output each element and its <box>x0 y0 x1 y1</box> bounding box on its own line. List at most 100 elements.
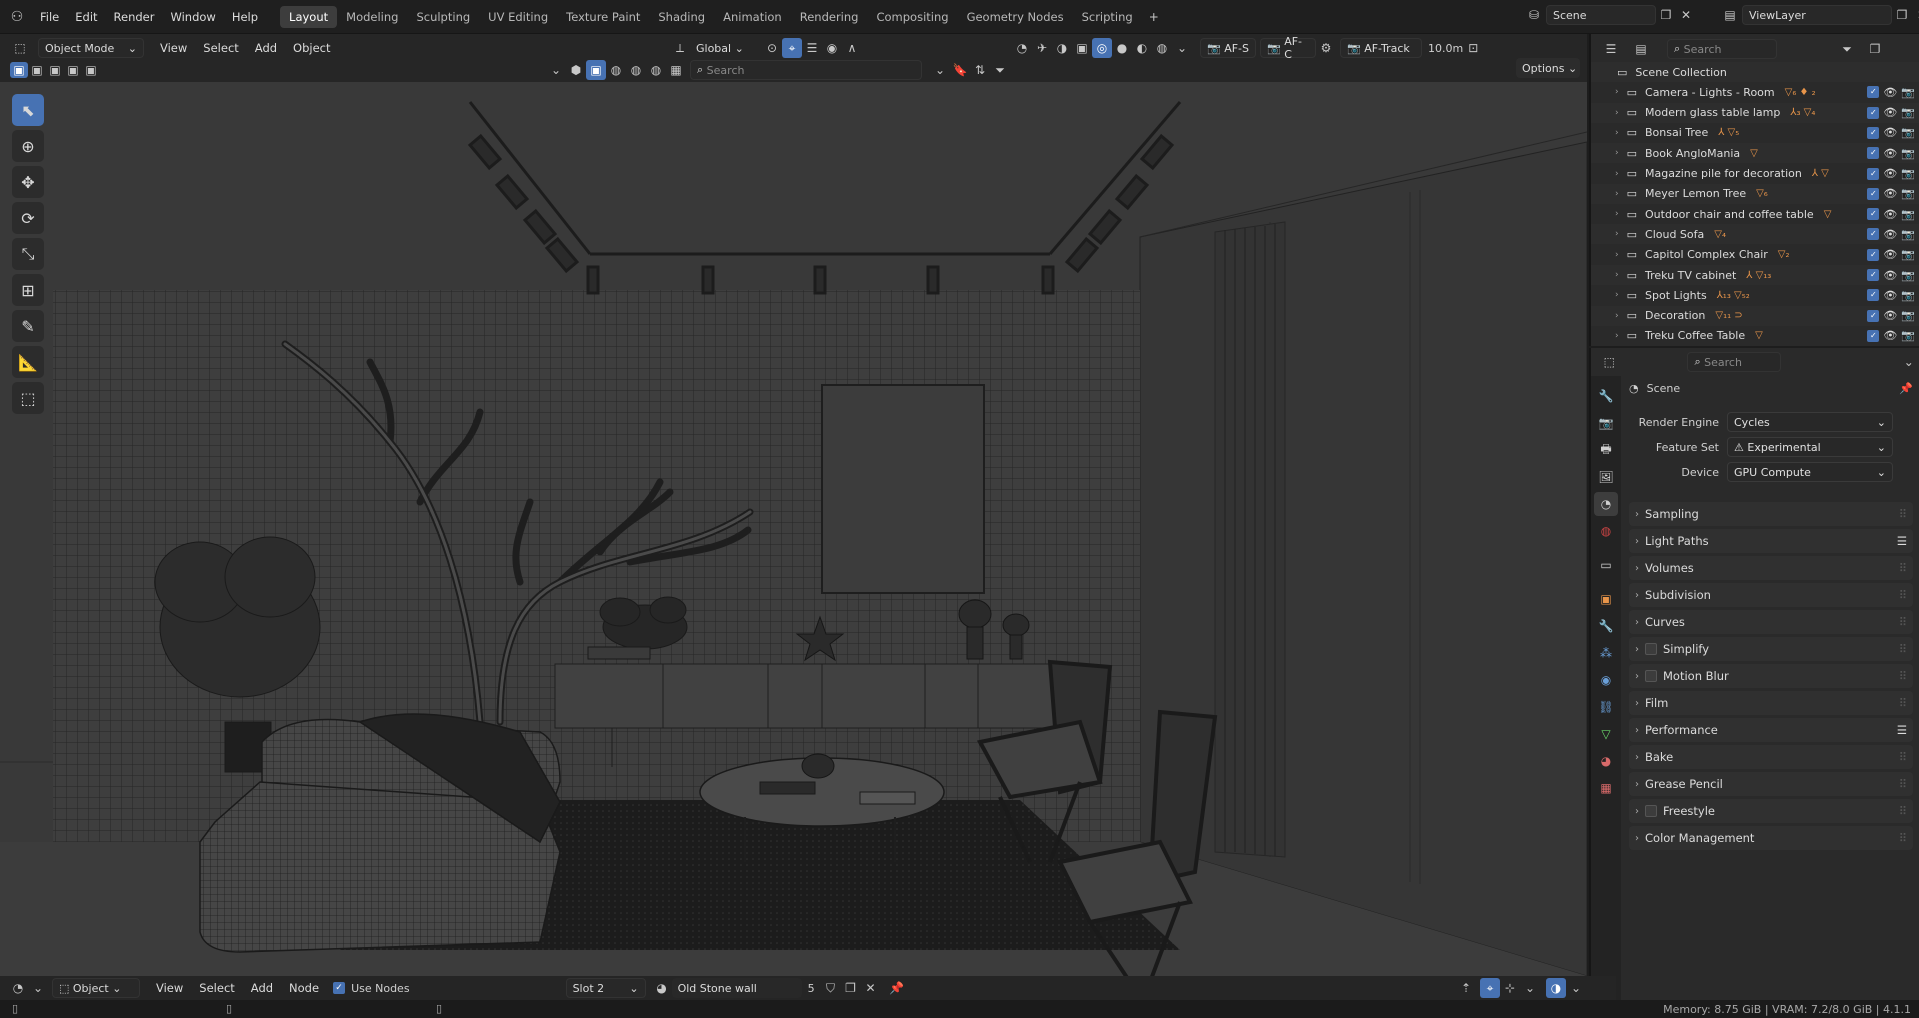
outliner-item[interactable]: › ▭ Bonsai Tree ⅄ ▽₅ ✓ 👁 📷 <box>1591 123 1919 143</box>
rendered-shading-icon[interactable]: ◍ <box>1152 38 1172 58</box>
drag-handle-icon[interactable]: ⠿ <box>1899 831 1907 845</box>
new-collection-icon[interactable]: ❐ <box>1865 39 1885 59</box>
render-tab-icon[interactable]: 📷 <box>1594 411 1618 435</box>
material-browse-icon[interactable]: ◕ <box>652 978 672 998</box>
feature-set-dropdown[interactable]: ⚠ Experimental ⌄ <box>1727 437 1893 457</box>
xray-icon[interactable]: ▣ <box>1072 38 1092 58</box>
pivot-icon[interactable]: ⊙ <box>762 38 782 58</box>
properties-editor-icon[interactable]: ⬚ <box>1601 352 1617 372</box>
viewport-menu-object[interactable]: Object <box>285 37 338 59</box>
annotate-tool-icon[interactable]: ✎ <box>12 310 44 342</box>
add-workspace-icon[interactable]: + <box>1144 7 1164 27</box>
tab-geometry-nodes[interactable]: Geometry Nodes <box>958 6 1073 28</box>
material-users[interactable]: 5 <box>808 982 815 995</box>
snap-mode-icon[interactable]: ⊹ <box>1500 978 1520 998</box>
outliner-item[interactable]: › ▭ Treku TV cabinet ⅄ ▽₁₃ ✓ 👁 📷 <box>1591 265 1919 285</box>
mode-dropdown[interactable]: Object Mode ⌄ <box>38 38 144 58</box>
snap-mode-chevron-icon[interactable]: ⌄ <box>1520 978 1540 998</box>
eye-icon[interactable]: 👁 <box>1883 329 1897 342</box>
exclude-checkbox[interactable]: ✓ <box>1867 106 1880 119</box>
view-layer-tab-icon[interactable]: 🖼 <box>1594 465 1618 489</box>
menu-edit[interactable]: Edit <box>67 6 105 28</box>
eye-icon[interactable]: 👁 <box>1883 289 1897 302</box>
camera-render-icon[interactable]: 📷 <box>1901 329 1915 342</box>
node-snap-icon[interactable]: ⌖ <box>1480 978 1500 998</box>
panel-grease-pencil[interactable]: › Grease Pencil ⠿ <box>1629 772 1913 796</box>
viewport-menu-select[interactable]: Select <box>195 37 246 59</box>
data-tab-icon[interactable]: ▽ <box>1594 722 1618 746</box>
camera-render-icon[interactable]: 📷 <box>1901 187 1915 200</box>
panel-freestyle[interactable]: › Freestyle ⠿ <box>1629 799 1913 823</box>
eye-icon[interactable]: 👁 <box>1883 208 1897 221</box>
collection-tab-icon[interactable]: ▭ <box>1594 553 1618 577</box>
drag-handle-icon[interactable]: ⠿ <box>1899 561 1907 575</box>
use-nodes-checkbox[interactable]: ✓ <box>333 982 346 994</box>
panel-enable-checkbox[interactable] <box>1645 805 1657 817</box>
texture-tab-icon[interactable]: ▦ <box>1594 776 1618 800</box>
visibility-icon[interactable]: ◔ <box>1012 38 1032 58</box>
af-c-button[interactable]: 📷 AF-C <box>1260 35 1316 61</box>
drag-handle-icon[interactable]: ⠿ <box>1899 750 1907 764</box>
outliner-item[interactable]: › ▭ Capitol Complex Chair ▽₂ ✓ 👁 📷 <box>1591 245 1919 265</box>
wireframe-shading-icon[interactable]: ◎ <box>1092 38 1112 58</box>
slot-dropdown[interactable]: Slot 2 ⌄ <box>565 978 646 998</box>
delete-viewlayer-icon[interactable]: ✕ <box>1912 5 1919 25</box>
exclude-checkbox[interactable]: ✓ <box>1867 86 1880 99</box>
tab-shading[interactable]: Shading <box>649 6 714 28</box>
camera-render-icon[interactable]: 📷 <box>1901 86 1915 99</box>
outliner-item[interactable]: › ▭ Magazine pile for decoration ⅄ ▽ ✓ 👁 📷 <box>1591 164 1919 184</box>
drag-handle-icon[interactable]: ⠿ <box>1899 696 1907 710</box>
camera-render-icon[interactable]: 📷 <box>1901 147 1915 160</box>
exclude-checkbox[interactable]: ✓ <box>1867 147 1880 160</box>
panel-enable-checkbox[interactable] <box>1645 670 1657 682</box>
camera-render-icon[interactable]: 📷 <box>1901 167 1915 180</box>
panel-curves[interactable]: › Curves ⠿ <box>1629 610 1913 634</box>
panel-performance[interactable]: › Performance ☰ <box>1629 718 1913 742</box>
exclude-checkbox[interactable]: ✓ <box>1867 208 1880 221</box>
scene-icon[interactable]: ⛁ <box>1524 5 1544 25</box>
tab-sculpting[interactable]: Sculpting <box>407 6 479 28</box>
scene-collection-row[interactable]: ▭ Scene Collection <box>1591 62 1919 82</box>
shading-options-icon[interactable]: ⌄ <box>1172 38 1192 58</box>
add-cube-tool-icon[interactable]: ⬚ <box>12 382 44 414</box>
viewlayer-icon[interactable]: ▤ <box>1720 5 1740 25</box>
outliner-search-input[interactable]: ⌕ Search <box>1667 39 1777 59</box>
menu-help[interactable]: Help <box>224 6 266 28</box>
material-name-field[interactable]: Old Stone wall <box>671 978 802 998</box>
select-mode-subtract-icon[interactable]: ▣ <box>46 62 64 78</box>
panel-motion-blur[interactable]: › Motion Blur ⠿ <box>1629 664 1913 688</box>
drag-handle-icon[interactable]: ⠿ <box>1899 507 1907 521</box>
focus-picker-icon[interactable]: ⊡ <box>1463 38 1483 58</box>
select-mode-extend-icon[interactable]: ▣ <box>28 62 46 78</box>
panel-film[interactable]: › Film ⠿ <box>1629 691 1913 715</box>
display-mode-icon[interactable]: ▤ <box>1631 39 1651 59</box>
panel-subdivision[interactable]: › Subdivision ⠿ <box>1629 583 1913 607</box>
tab-modeling[interactable]: Modeling <box>337 6 407 28</box>
mesh-filter-icon[interactable]: ▣ <box>586 60 606 80</box>
properties-search-input[interactable]: ⌕ Search <box>1687 352 1781 372</box>
outliner-editor-icon[interactable]: ☰ <box>1601 39 1621 59</box>
device-dropdown[interactable]: GPU Compute ⌄ <box>1727 462 1893 482</box>
modifier-tab-icon[interactable]: 🔧 <box>1594 614 1618 638</box>
use-nodes-toggle[interactable]: ✓ Use Nodes <box>333 982 410 995</box>
camera-render-icon[interactable]: 📷 <box>1901 269 1915 282</box>
eye-icon[interactable]: 👁 <box>1883 228 1897 241</box>
filter-clear-icon[interactable]: ⌄ <box>930 60 950 80</box>
expand-chevron-icon[interactable]: › <box>1615 87 1619 97</box>
options-dropdown[interactable]: Options ⌄ <box>1516 58 1580 78</box>
drag-handle-icon[interactable]: ⠿ <box>1899 669 1907 683</box>
transform-tool-icon[interactable]: ⊞ <box>12 274 44 306</box>
filter-chevron-icon[interactable]: ⌄ <box>546 60 566 80</box>
node-overlay-icon[interactable]: ◑ <box>1546 978 1566 998</box>
viewport-menu-view[interactable]: View <box>152 37 195 59</box>
outliner-filter-icon[interactable]: ⏷ <box>1837 39 1857 59</box>
panel-volumes[interactable]: › Volumes ⠿ <box>1629 556 1913 580</box>
af-track-button[interactable]: 📷 AF-Track <box>1340 38 1422 58</box>
outliner-item[interactable]: › ▭ Modern glass table lamp ⅄₃ ▽₄ ✓ 👁 📷 <box>1591 102 1919 123</box>
outliner-item[interactable]: › ▭ Decoration ▽₁₁ ⊃ ✓ 👁 📷 <box>1591 305 1919 326</box>
focus-distance[interactable]: 10.0m <box>1428 42 1463 55</box>
exclude-checkbox[interactable]: ✓ <box>1867 269 1880 281</box>
tab-uv-editing[interactable]: UV Editing <box>479 6 557 28</box>
select-mode-intersect-icon[interactable]: ▣ <box>82 62 100 78</box>
drag-handle-icon[interactable]: ⠿ <box>1899 588 1907 602</box>
